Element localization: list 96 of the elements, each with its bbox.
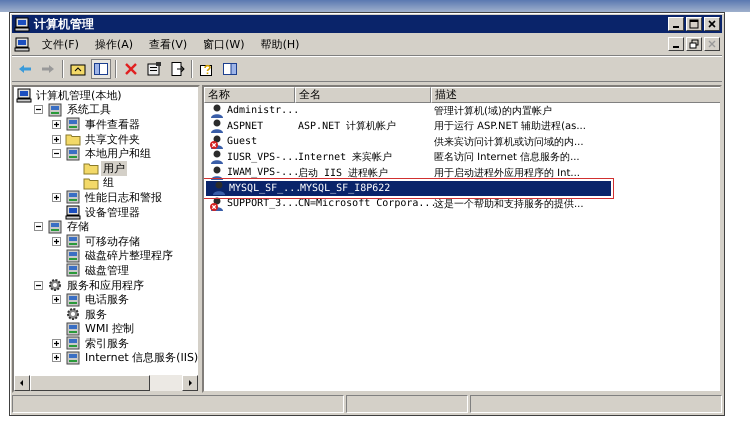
collapse-button[interactable] [34,222,43,232]
left-arrow-icon[interactable] [18,379,26,387]
tree-item[interactable]: 本地用户和组 [83,146,153,162]
menu-item[interactable]: 文件(F) [34,36,87,52]
column-header[interactable]: 描述 [431,87,720,103]
tree-item[interactable]: WMI 控制 [83,321,136,336]
expand-button[interactable] [52,120,61,129]
tree-item[interactable]: Internet 信息服务(IIS) [83,350,198,366]
column-header[interactable]: 全名 [295,87,431,103]
tree-item[interactable]: 设备管理器 [83,204,142,220]
close-button[interactable] [704,37,720,51]
table-row[interactable]: Administr... 管理计算机(域)的内置帐户 [204,103,613,118]
right-arrow-icon[interactable] [186,379,194,387]
expand-button[interactable] [52,295,61,304]
tree-item[interactable]: 电话服务 [83,292,131,308]
table-row[interactable]: MYSQL_SF_...MYSQL_SF_I8P622 [206,180,611,196]
table-cell: IUSR_VPS-... [227,152,300,163]
tree-item[interactable]: 组 [101,175,116,190]
maximize-icon [689,19,699,29]
minimize-button[interactable] [668,17,684,31]
gear-icon [47,277,63,294]
table-cell: Guest [227,136,258,148]
node-icon [65,320,81,337]
collapse-button[interactable] [34,280,43,290]
table-cell-text: Internet 来宾帐户 [298,150,392,164]
tree-item[interactable]: 索引服务 [83,336,131,351]
minimize-icon [673,26,679,28]
close-icon [707,19,717,29]
table-cell-text: 用于启动进程外应用程序的 Int... [434,166,580,180]
horizontal-scrollbar[interactable] [14,375,198,391]
properties-icon[interactable] [145,60,163,78]
collapse-button[interactable] [34,105,43,114]
close-button[interactable] [704,17,720,31]
table-cell-text: 启动 IIS 进程帐户 [298,166,388,180]
node-icon [65,350,81,366]
window-title: 计算机管理 [34,16,94,32]
table-cell-text: 匿名访问 Internet 信息服务的... [434,150,580,164]
tree-item[interactable]: 用户 [101,160,127,176]
node-icon [65,262,81,278]
table-row[interactable]: IUSR_VPS-...Internet 来宾帐户 匿名访问 Internet 信息服务的... [204,150,613,165]
gear-icon [65,306,81,322]
table-row[interactable]: IWAM_VPS-...启动 IIS 进程帐户 用于启动进程外应用程序的 Int... [204,165,613,180]
tree-item[interactable]: 磁盘管理 [83,262,131,278]
node-icon [65,189,81,206]
tree-item[interactable]: 服务 [83,306,109,322]
column-header[interactable]: 名称 [204,87,295,103]
expand-button[interactable] [52,353,61,362]
menu-item[interactable]: 帮助(H) [252,36,308,52]
restore-icon [689,39,699,49]
menu-item[interactable]: 查看(V) [141,36,196,52]
collapse-button[interactable] [52,149,61,158]
table-cell-text: 供来宾访问计算机或访问域的内... [434,136,584,149]
node-icon [65,335,81,352]
tree-item[interactable]: 共享文件夹 [83,132,142,147]
table-cell-text: ASP.NET 计算机帐户 [298,120,396,134]
node-icon [65,248,81,264]
table-cell: MYSQL_SF_... [229,182,302,194]
close-icon [707,39,717,49]
expand-button[interactable] [52,134,61,144]
tree-item[interactable]: 系统工具 [65,102,113,118]
computer-icon[interactable] [14,36,30,52]
maximize-button[interactable] [686,17,702,31]
table-cell: ASPNET [227,120,264,132]
panel-icon[interactable] [221,60,239,78]
expand-button[interactable] [52,192,61,202]
table-cell-text: 这是一个帮助和支持服务的提供... [434,198,584,211]
tree-item[interactable]: 计算机管理(本地) [34,88,124,103]
node-icon [65,146,81,162]
show-tree-icon[interactable] [92,60,110,78]
tree-item[interactable]: 事件查看器 [83,116,142,132]
table-cell: SUPPORT_3... [227,198,300,210]
table-cell: Administr... [227,105,300,116]
expand-button[interactable] [52,338,61,348]
table-cell: IWAM_VPS-... [227,167,300,178]
node-icon [47,218,63,235]
minimize-button[interactable] [668,37,684,51]
tree-item[interactable]: 性能日志和警报 [83,190,164,205]
node-icon [65,116,81,132]
restore-button[interactable] [686,37,702,51]
node-icon [47,102,63,118]
tree-item[interactable]: 存储 [65,219,91,234]
table-cell: MYSQL_SF_I8P622 [300,182,390,194]
expand-button[interactable] [52,236,61,246]
table-row[interactable]: ASPNET ASP.NET 计算机帐户 用于运行 ASP.NET 辅助进程(as... [204,118,613,134]
table-cell-text: 用于运行 ASP.NET 辅助进程(as... [434,120,586,134]
node-icon [65,292,81,308]
tree-item[interactable]: 服务和应用程序 [65,278,146,293]
menu-item[interactable]: 窗口(W) [195,36,253,52]
tree-item[interactable]: 可移动存储 [83,234,142,249]
tree-item[interactable]: 磁盘碎片整理程序 [83,248,175,264]
computer-icon [65,204,81,220]
node-icon [65,233,81,250]
menu-item[interactable]: 操作(A) [86,36,142,52]
computer-icon [14,16,30,32]
table-cell-text: 管理计算机(域)的内置帐户 [434,104,552,118]
minimize-icon [673,46,679,48]
